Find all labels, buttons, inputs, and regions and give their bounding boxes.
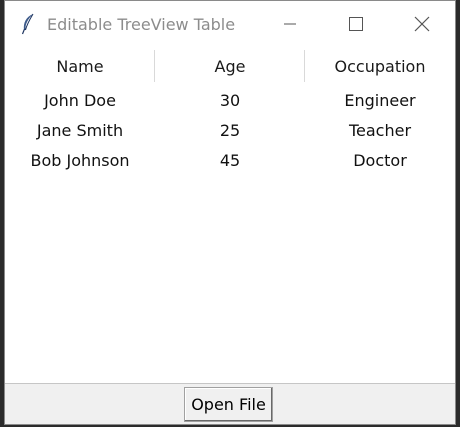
cell-name[interactable]: John Doe xyxy=(5,85,155,115)
cell-name[interactable]: Jane Smith xyxy=(5,115,155,145)
window-title: Editable TreeView Table xyxy=(47,14,236,34)
close-button[interactable] xyxy=(389,1,455,47)
cell-occupation[interactable]: Engineer xyxy=(305,85,455,115)
column-header-occupation[interactable]: Occupation xyxy=(305,47,455,85)
app-window: Editable TreeView Table Name Age Occupat… xyxy=(4,0,456,425)
minimize-button[interactable] xyxy=(257,1,323,47)
cell-age[interactable]: 45 xyxy=(155,145,305,175)
treeview-table[interactable]: Name Age Occupation John Doe 30 Engineer… xyxy=(5,47,455,384)
window-controls xyxy=(257,1,455,47)
open-file-button[interactable]: Open File xyxy=(184,387,273,422)
close-icon xyxy=(414,16,430,32)
title-bar[interactable]: Editable TreeView Table xyxy=(5,1,455,47)
maximize-icon xyxy=(349,17,363,31)
cell-occupation[interactable]: Teacher xyxy=(305,115,455,145)
cell-name[interactable]: Bob Johnson xyxy=(5,145,155,175)
feather-icon xyxy=(13,1,43,47)
maximize-button[interactable] xyxy=(323,1,389,47)
button-bar: Open File xyxy=(5,384,455,424)
table-row[interactable]: John Doe 30 Engineer xyxy=(5,85,455,115)
cell-age[interactable]: 30 xyxy=(155,85,305,115)
cell-age[interactable]: 25 xyxy=(155,115,305,145)
table-header: Name Age Occupation xyxy=(5,47,455,85)
table-row[interactable]: Bob Johnson 45 Doctor xyxy=(5,145,455,175)
minimize-icon xyxy=(284,23,296,25)
column-header-age[interactable]: Age xyxy=(155,47,305,85)
cell-occupation[interactable]: Doctor xyxy=(305,145,455,175)
table-row[interactable]: Jane Smith 25 Teacher xyxy=(5,115,455,145)
column-header-name[interactable]: Name xyxy=(5,47,155,85)
